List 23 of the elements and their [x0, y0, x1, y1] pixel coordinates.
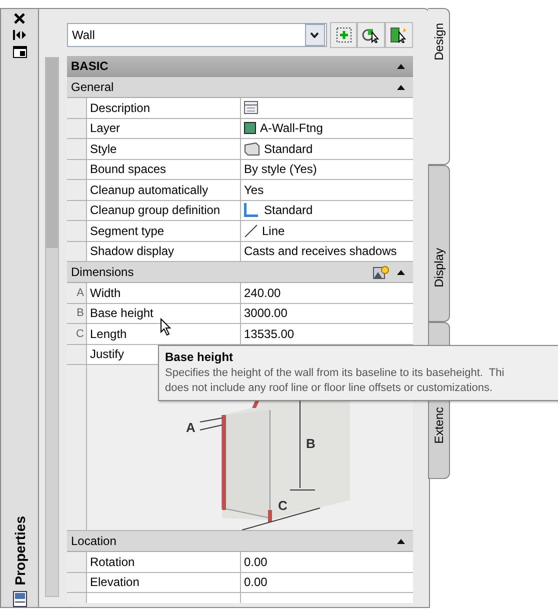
- tooltip-title: Base height: [165, 350, 234, 364]
- palette-title: Properties: [12, 516, 28, 585]
- property-label: Layer: [86, 118, 241, 138]
- dimension-label: A: [186, 420, 196, 435]
- property-label: Width: [86, 283, 241, 302]
- property-label: Description: [86, 98, 241, 118]
- property-label: Rotation: [86, 552, 241, 572]
- tooltip-text: Specifies the height of the wall from its baseline to its baseheight. Thi: [165, 367, 506, 379]
- property-label: Length: [86, 324, 241, 344]
- dimension-label: B: [306, 436, 316, 451]
- property-label: Style: [86, 139, 241, 158]
- group-title: General: [71, 80, 114, 94]
- property-label: Segment type: [86, 221, 241, 240]
- tooltip-text: does not include any roof line or floor line offsets or customizations.: [165, 382, 494, 394]
- property-label: Cleanup automatically: [86, 180, 241, 200]
- group-title: Dimensions: [71, 265, 134, 279]
- dimension-label: C: [278, 498, 288, 513]
- property-label: Base height: [86, 304, 241, 323]
- property-label: Elevation: [86, 572, 241, 592]
- group-title: Location: [71, 534, 116, 548]
- property-label: Cleanup group definition: [86, 200, 241, 220]
- property-label: Bound spaces: [86, 160, 241, 179]
- property-label: Shadow display: [86, 242, 241, 261]
